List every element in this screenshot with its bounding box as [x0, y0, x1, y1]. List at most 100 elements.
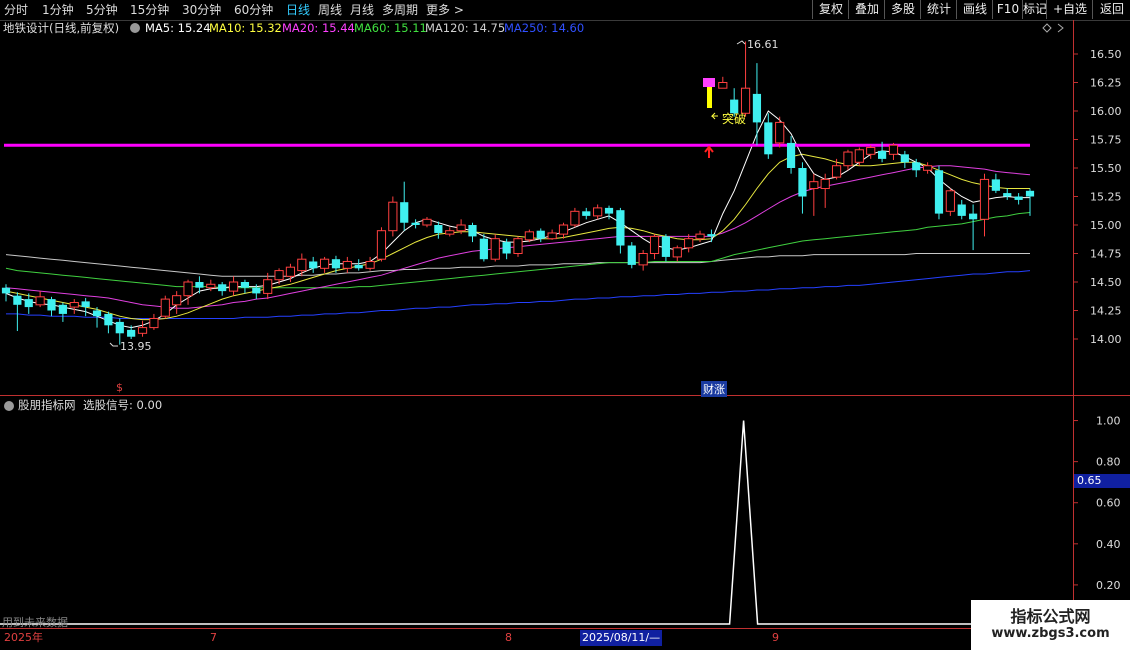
- candle-body-up: [183, 281, 193, 297]
- ma5-line: [5, 110, 1030, 329]
- candle-body-up: [513, 238, 523, 254]
- candle-body-down: [627, 245, 636, 265]
- indicator-tick-label: 0.40: [1096, 538, 1121, 551]
- price-tick-label: 16.25: [1090, 77, 1122, 90]
- candle-body-up: [388, 201, 398, 232]
- candle-body-down: [786, 142, 796, 168]
- date-month-9: 9: [772, 631, 779, 644]
- indicator-tick-label: 0.60: [1096, 497, 1121, 510]
- candle-body-up: [888, 144, 899, 155]
- high-marker-icon: [736, 40, 746, 45]
- draw-line-button[interactable]: 画线: [956, 0, 993, 19]
- candle-body-up: [137, 327, 148, 334]
- candle-body-down: [502, 242, 511, 254]
- tab-daily[interactable]: 日线: [286, 0, 310, 20]
- indicator-settings-icon[interactable]: [4, 401, 14, 411]
- up-arrow-icon: [704, 145, 714, 158]
- candle-body-up: [206, 283, 216, 289]
- tab-15min[interactable]: 15分钟: [130, 0, 169, 20]
- candle-body-down: [661, 236, 671, 257]
- tab-monthly[interactable]: 月线: [350, 0, 374, 20]
- candle-body-down: [582, 211, 591, 216]
- candle-body-up: [274, 270, 284, 281]
- price-tick-label: 14.00: [1090, 333, 1122, 346]
- tab-60min[interactable]: 60分钟: [234, 0, 273, 20]
- candle-body-down: [912, 162, 921, 171]
- candle-body-up: [376, 230, 387, 260]
- tab-multi-period[interactable]: 多周期: [382, 0, 418, 20]
- tab-weekly[interactable]: 周线: [318, 0, 342, 20]
- candle-body-up: [69, 302, 79, 308]
- settings-icon[interactable]: [130, 23, 140, 33]
- candle-body-up: [843, 151, 853, 167]
- finance-event-badge[interactable]: 财涨: [701, 381, 727, 397]
- tab-fenshi[interactable]: 分时: [4, 0, 28, 20]
- multi-stock-button[interactable]: 多股: [884, 0, 921, 19]
- ma10-line: [5, 153, 1030, 321]
- candle-body-up: [979, 178, 990, 220]
- restore-rights-button[interactable]: 复权: [812, 0, 849, 19]
- ma20-line: [5, 165, 1031, 309]
- ma250-line: [6, 270, 1031, 319]
- candle-body-up: [831, 165, 842, 178]
- tab-1min[interactable]: 1分钟: [42, 0, 74, 20]
- breakout-label: 突破: [722, 112, 747, 126]
- ma20-label: MA20: 15.44: [282, 21, 355, 35]
- ma120-label: MA120: 14.75: [425, 21, 506, 35]
- signal-line: [0, 420, 1073, 625]
- candle-body-up: [684, 238, 694, 249]
- candle-body-down: [798, 168, 807, 197]
- candle-body-down: [115, 321, 124, 334]
- event-dollar-marker[interactable]: $: [116, 381, 123, 394]
- price-tick-label: 15.25: [1090, 191, 1122, 204]
- price-tick-label: 14.75: [1090, 248, 1122, 261]
- candle-body-down: [707, 234, 716, 237]
- candle-body-down: [127, 329, 136, 337]
- candle-body-up: [172, 295, 182, 306]
- tab-more[interactable]: 更多 >: [426, 0, 464, 20]
- tab-30min[interactable]: 30分钟: [182, 0, 221, 20]
- candle-body-up: [558, 224, 569, 235]
- candle-body-up: [866, 146, 876, 155]
- candle-body-up: [809, 181, 819, 190]
- f10-button[interactable]: F10: [992, 0, 1023, 19]
- candle-body-down: [957, 204, 966, 216]
- date-month-8: 8: [505, 631, 512, 644]
- candle-body-up: [945, 190, 955, 212]
- candle-body-up: [285, 266, 296, 277]
- chart-title: 地铁设计(日线,前复权): [3, 21, 120, 35]
- mark-button[interactable]: 标记: [1022, 0, 1047, 19]
- candle-body-up: [160, 298, 170, 317]
- candle-body-down: [877, 150, 887, 159]
- candle-body-down: [13, 295, 22, 305]
- candle-body-up: [547, 232, 557, 240]
- candle-body-up: [672, 247, 682, 258]
- price-tick-label: 15.75: [1090, 134, 1122, 147]
- back-button[interactable]: 返回: [1092, 0, 1130, 19]
- candle-body-down: [1025, 190, 1035, 197]
- candle-body-up: [524, 231, 534, 241]
- add-watchlist-button[interactable]: +自选: [1046, 0, 1093, 19]
- candle-body-down: [252, 287, 261, 294]
- candle-body-down: [400, 202, 409, 223]
- future-data-warning: 用到未来数据: [2, 616, 68, 629]
- candle-body-down: [1014, 196, 1023, 200]
- ma60-label: MA60: 15.11: [354, 21, 427, 35]
- watermark-logo: 指标公式网 www.zbgs3.com: [971, 600, 1130, 650]
- candle-body-down: [92, 310, 102, 317]
- indicator-tick-label: 1.00: [1096, 415, 1121, 428]
- low-marker-icon: [109, 342, 118, 347]
- candle-body-up: [775, 121, 785, 144]
- candle-body-up: [570, 210, 580, 226]
- overlay-button[interactable]: 叠加: [848, 0, 885, 19]
- candle-body-down: [764, 122, 773, 155]
- tab-5min[interactable]: 5分钟: [86, 0, 118, 20]
- candle-body-up: [718, 82, 728, 89]
- candle-body-down: [218, 284, 227, 292]
- candle-body-up: [490, 238, 500, 260]
- candle-body-down: [1003, 193, 1012, 197]
- statistics-button[interactable]: 统计: [920, 0, 957, 19]
- candle-body-down: [991, 179, 1000, 191]
- candle-body-up: [297, 258, 307, 272]
- indicator-cursor-value: 0.65: [1074, 474, 1130, 488]
